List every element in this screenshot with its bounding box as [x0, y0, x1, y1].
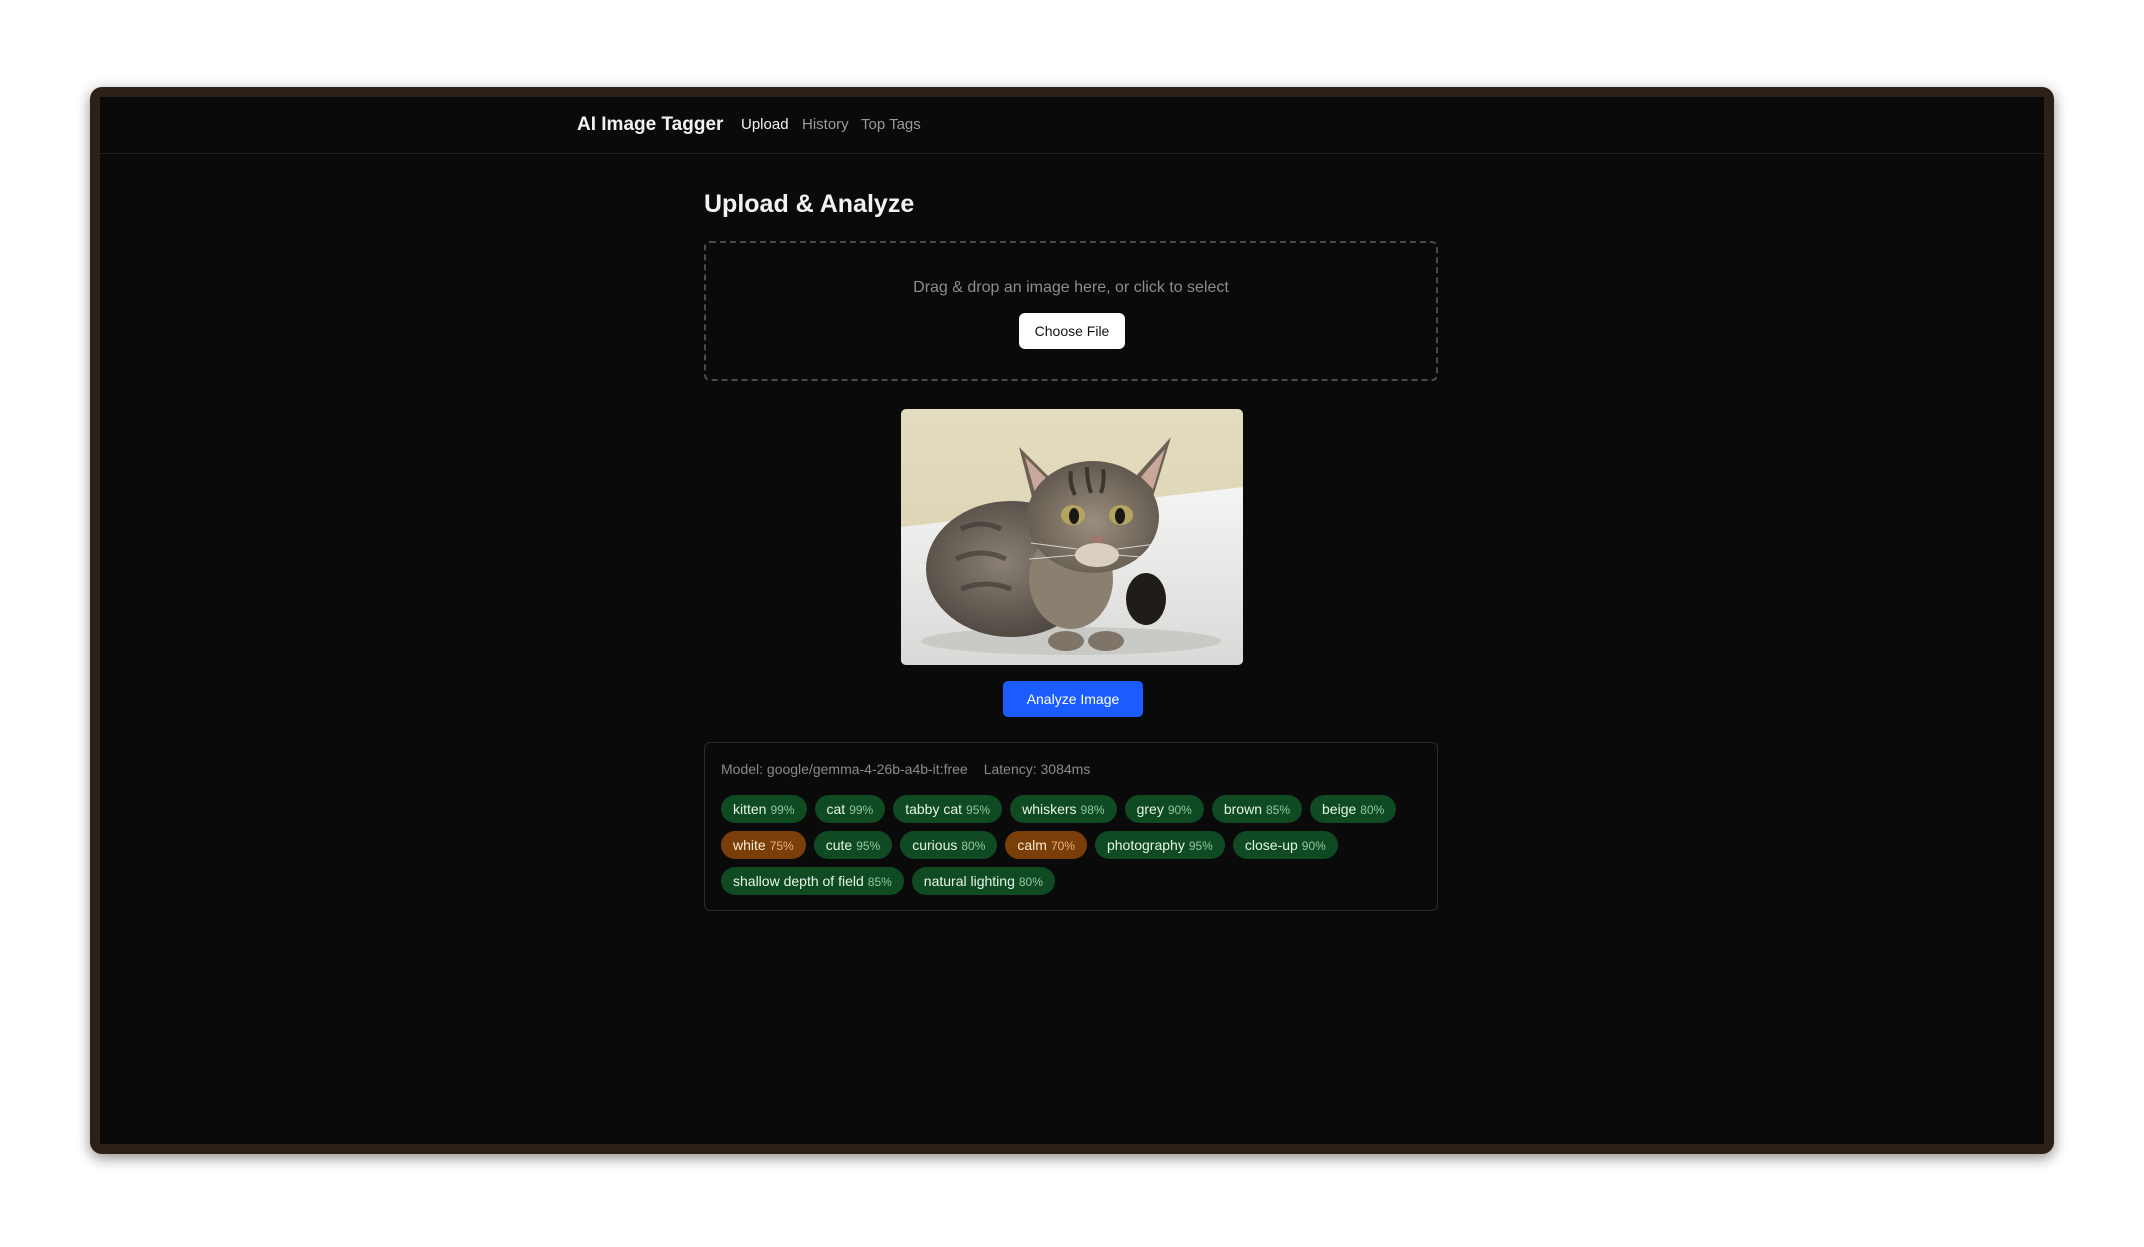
app-screen: AI Image Tagger Upload History Top Tags …: [100, 97, 2044, 1144]
dropzone-instructions: Drag & drop an image here, or click to s…: [913, 279, 1229, 296]
tag-label: cat: [826, 801, 846, 817]
tag-chip: cute 95%: [813, 831, 893, 859]
tag-label: brown: [1223, 801, 1262, 817]
tag-confidence: 99%: [849, 803, 874, 817]
tag-label: calm: [1017, 837, 1047, 853]
page-title: Upload & Analyze: [704, 190, 915, 218]
nav-history[interactable]: History: [802, 116, 849, 133]
tag-label: beige: [1322, 801, 1357, 817]
analysis-meta: Model: google/gemma-4-26b-a4b-it:free Lat…: [721, 761, 1090, 777]
latency-value: Latency: 3084ms: [983, 761, 1091, 777]
tag-label: shallow depth of field: [733, 873, 864, 889]
tag-confidence: 95%: [1188, 839, 1213, 853]
tag-confidence: 99%: [770, 803, 795, 817]
tag-confidence: 98%: [1080, 803, 1105, 817]
image-preview: [901, 409, 1243, 665]
tag-chip: natural lighting 80%: [911, 867, 1055, 895]
tag-chip: cat 99%: [814, 795, 886, 823]
choose-file-button[interactable]: Choose File: [1019, 313, 1125, 349]
tag-row: shallow depth of field 85% natural lightin…: [721, 867, 1421, 895]
tag-confidence: 80%: [961, 839, 986, 853]
tag-confidence: 95%: [966, 803, 991, 817]
tag-confidence: 95%: [856, 839, 881, 853]
tag-label: close-up: [1244, 837, 1298, 853]
tag-label: white: [733, 837, 766, 853]
tag-confidence: 90%: [1167, 803, 1192, 817]
tag-chip: beige 80%: [1310, 795, 1397, 823]
tag-chip: tabby cat 95%: [893, 795, 1003, 823]
tag-label: whiskers: [1022, 801, 1077, 817]
app-window-frame: AI Image Tagger Upload History Top Tags …: [90, 87, 2054, 1154]
tag-label: photography: [1106, 837, 1185, 853]
results-panel: Model: google/gemma-4-26b-a4b-it:free Lat…: [704, 742, 1438, 911]
tag-list: kitten 99% cat 99% tabby cat 95% whiskers 98% gr…: [721, 795, 1421, 903]
tag-label: curious: [912, 837, 958, 853]
tag-confidence: 90%: [1301, 839, 1326, 853]
kitten-photo-illustration: [901, 409, 1243, 665]
model-name: Model: google/gemma-4-26b-a4b-it:free: [721, 761, 968, 777]
tag-chip: calm 70%: [1005, 831, 1087, 859]
tag-chip: photography 95%: [1094, 831, 1225, 859]
image-dropzone[interactable]: Drag & drop an image here, or click to s…: [704, 241, 1438, 381]
tag-chip: white 75%: [721, 831, 806, 859]
tag-chip: kitten 99%: [721, 795, 807, 823]
tag-chip: close-up 90%: [1232, 831, 1338, 859]
nav-upload[interactable]: Upload: [741, 116, 789, 133]
tag-chip: shallow depth of field 85%: [721, 867, 904, 895]
top-navbar: AI Image Tagger Upload History Top Tags: [100, 97, 2044, 154]
tag-confidence: 80%: [1018, 875, 1043, 889]
tag-confidence: 85%: [1265, 803, 1291, 817]
tag-confidence: 80%: [1360, 803, 1385, 817]
tag-label: natural lighting: [923, 873, 1015, 889]
tag-chip: whiskers 98%: [1010, 795, 1117, 823]
tag-row: kitten 99% cat 99% tabby cat 95% whiskers 98% gr…: [721, 795, 1421, 823]
app-title: AI Image Tagger: [577, 114, 724, 135]
tag-label: tabby cat: [905, 801, 963, 817]
tag-chip: brown 85%: [1211, 795, 1303, 823]
tag-confidence: 85%: [867, 875, 892, 889]
tag-confidence: 70%: [1050, 839, 1075, 853]
tag-label: grey: [1136, 801, 1164, 817]
tag-chip: curious 80%: [900, 831, 998, 859]
tag-confidence: 75%: [769, 839, 794, 853]
tag-chip: grey 90%: [1124, 795, 1204, 823]
nav-top-tags[interactable]: Top Tags: [861, 116, 921, 133]
tag-label: cute: [825, 837, 853, 853]
tag-label: kitten: [733, 801, 767, 817]
analyze-image-button[interactable]: Analyze Image: [1003, 681, 1143, 717]
tag-row: white 75% cute 95% curious 80% calm 70% photogra…: [721, 831, 1421, 859]
